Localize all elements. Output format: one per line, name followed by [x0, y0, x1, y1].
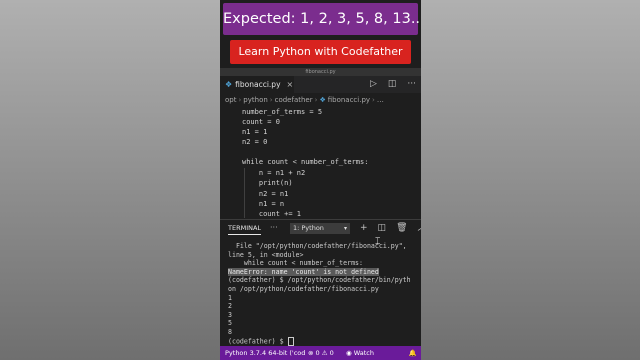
terminal-line: 1 — [228, 293, 232, 302]
mouse-cursor-icon: ⌶ — [375, 237, 381, 247]
terminal-line: while count < number_of_terms: — [228, 259, 363, 268]
terminal-prompt-line[interactable]: (codefather) $ — [228, 336, 294, 346]
trash-icon[interactable]: 🗑 — [396, 222, 407, 234]
terminal-select[interactable]: 1: Python ▾ — [290, 223, 350, 234]
terminal-line-highlighted: NameError: name 'count' is not defined — [228, 267, 379, 277]
expected-banner: Expected: 1, 2, 3, 5, 8, 13... — [223, 3, 421, 35]
terminal-line: on /opt/python/codefather/fibonacci.py — [228, 285, 379, 293]
code-line[interactable]: number_of_terms = 5 — [242, 107, 322, 117]
breadcrumb-item-python[interactable]: python — [243, 96, 268, 104]
bell-icon[interactable]: 🔔 — [409, 346, 417, 360]
panel-header: TERMINAL ··· 1: Python ▾ + ◫ 🗑 ︿ — [220, 220, 421, 237]
video-frame: Expected: 1, 2, 3, 5, 8, 13... Learn Pyt… — [220, 0, 421, 360]
code-line[interactable]: count += 1 — [242, 209, 301, 219]
add-terminal-icon[interactable]: + — [360, 222, 368, 234]
run-icon[interactable]: ▷ — [370, 76, 377, 93]
error-icon: ⊗ — [308, 349, 314, 357]
warning-icon: ⚠ — [321, 349, 328, 357]
terminal-select-value: 1: Python — [293, 224, 324, 232]
code-line[interactable]: count = 0 — [242, 117, 280, 127]
left-background — [0, 0, 220, 360]
code-line[interactable]: print(n) — [242, 178, 293, 188]
breadcrumb-separator: › — [269, 96, 273, 104]
tab-label: fibonacci.py — [235, 80, 281, 89]
code-line[interactable]: n2 = 0 — [242, 137, 267, 147]
tab-fibonacci[interactable]: ❖ fibonacci.py × — [220, 76, 294, 93]
terminal-line: 2 — [228, 302, 232, 311]
breadcrumb-separator: › — [238, 96, 242, 104]
breadcrumb-separator: › — [314, 96, 318, 104]
tab-terminal[interactable]: TERMINAL — [228, 223, 262, 235]
code-line[interactable]: n2 = n1 — [242, 189, 289, 199]
python-interpreter[interactable]: Python 3.7.4 64-bit ('cod — [225, 346, 305, 360]
more-actions-icon[interactable]: ··· — [407, 76, 416, 93]
terminal-line: 8 — [228, 328, 232, 336]
breadcrumb-item-codefather[interactable]: codefather — [275, 96, 313, 104]
code-line[interactable]: while count < number_of_terms: — [242, 157, 368, 167]
terminal-line: 3 — [228, 310, 232, 319]
code-editor[interactable]: number_of_terms = 5 count = 0 n1 = 1 n2 … — [220, 105, 421, 219]
split-terminal-icon[interactable]: ◫ — [378, 222, 387, 234]
code-line[interactable]: n1 = n — [242, 199, 284, 209]
terminal-line: 5 — [228, 319, 232, 328]
watch-icon: ◉ — [346, 349, 352, 357]
chevron-down-icon: ▾ — [343, 225, 347, 232]
tab-actions: ▷ ◫ ··· — [370, 76, 416, 93]
python-file-icon: ❖ — [319, 96, 326, 104]
error-count: 0 — [315, 349, 320, 357]
code-line[interactable]: n = n1 + n2 — [242, 168, 305, 178]
editor-tab-bar: ❖ fibonacci.py × ▷ ◫ ··· — [220, 76, 421, 93]
chevron-up-icon[interactable]: ︿ — [418, 222, 422, 234]
python-file-icon: ❖ — [225, 80, 233, 89]
breadcrumb-ellipsis[interactable]: … — [377, 96, 384, 104]
status-bar: Python 3.7.4 64-bit ('cod ⊗ 0 ⚠ 0 ◉ Watc… — [220, 346, 421, 360]
watch-label: Watch — [353, 349, 374, 357]
close-icon[interactable]: × — [287, 80, 294, 89]
terminal-cursor — [287, 336, 294, 346]
problems-indicator[interactable]: ⊗ 0 ⚠ 0 — [308, 346, 334, 360]
breadcrumb-item-opt[interactable]: opt — [225, 96, 236, 104]
warning-count: 0 — [329, 349, 334, 357]
breadcrumb-item-file[interactable]: fibonacci.py — [328, 96, 370, 104]
breadcrumb-separator: › — [372, 96, 375, 104]
watch-button[interactable]: ◉ Watch — [346, 346, 374, 360]
terminal-line: line 5, in <module> — [228, 250, 304, 259]
terminal-prompt: (codefather) $ — [228, 337, 288, 346]
split-editor-icon[interactable]: ◫ — [388, 76, 397, 93]
terminal-line: (codefather) $ /opt/python/codefather/bi… — [228, 276, 411, 285]
terminal-output[interactable]: File "/opt/python/codefather/fibonacci.p… — [220, 238, 421, 346]
right-background — [421, 0, 640, 360]
window-title: fibonacci.py — [220, 68, 421, 76]
panel-more-icon[interactable]: ··· — [270, 222, 278, 234]
subtitle-banner: Learn Python with Codefather — [230, 40, 411, 64]
panel-actions: + ◫ 🗑 ︿ — [360, 222, 421, 234]
code-line[interactable]: n1 = 1 — [242, 127, 267, 137]
